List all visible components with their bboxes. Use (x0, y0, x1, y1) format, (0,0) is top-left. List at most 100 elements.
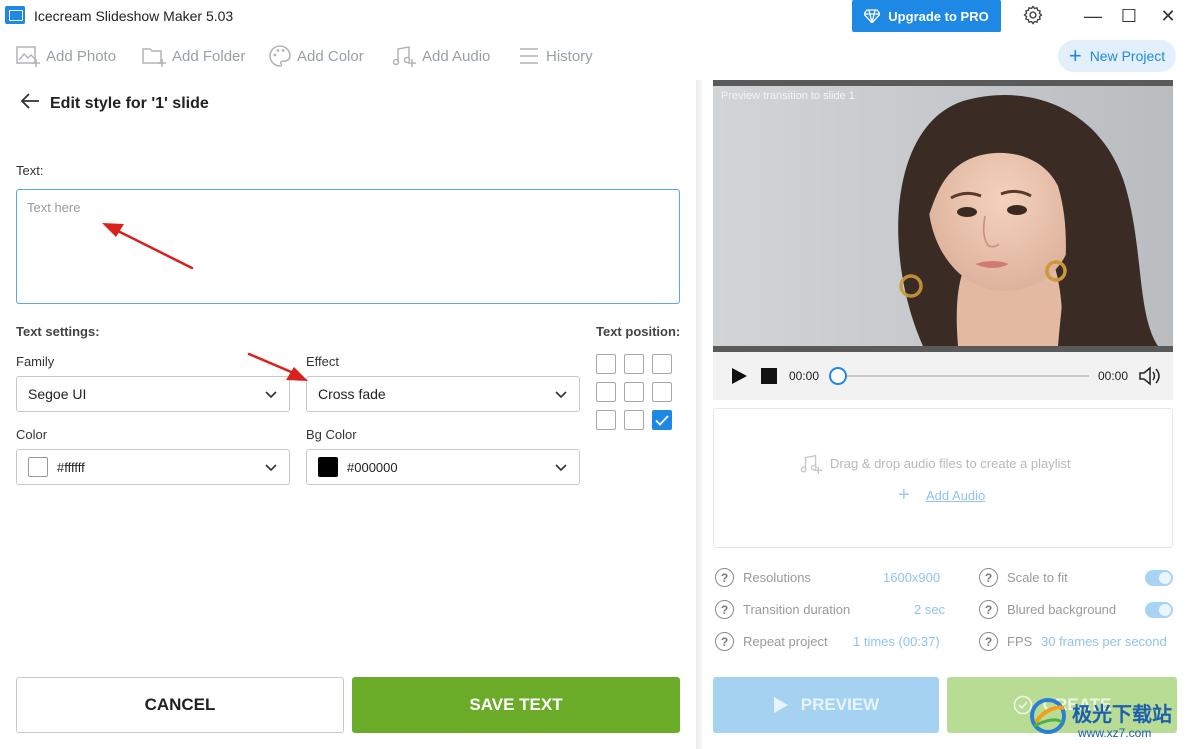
play-icon (773, 697, 788, 713)
new-project-label: New Project (1089, 48, 1166, 64)
transition-duration-value[interactable]: 2 sec (914, 602, 945, 617)
position-bottom-center[interactable] (624, 410, 644, 430)
upgrade-label: Upgrade to PRO (888, 8, 989, 24)
cancel-button[interactable]: CANCEL (16, 677, 344, 733)
help-icon[interactable]: ? (715, 600, 734, 619)
help-icon[interactable]: ? (715, 568, 734, 587)
family-label: Family (16, 354, 55, 369)
music-note-icon (800, 454, 822, 475)
site-watermark: 极光下载站 www.xz7.com (1020, 690, 1188, 746)
total-time: 00:00 (1098, 369, 1129, 383)
transition-duration-label: Transition duration (743, 602, 851, 617)
bg-color-value: #000000 (347, 459, 398, 475)
help-icon[interactable]: ? (979, 600, 998, 619)
position-bottom-left[interactable] (596, 410, 616, 430)
chevron-down-icon (265, 391, 277, 399)
scale-to-fit-toggle[interactable] (1145, 570, 1173, 586)
fps-value[interactable]: 30 frames per second (1041, 634, 1167, 649)
gear-icon[interactable] (1021, 4, 1045, 28)
repeat-project-value[interactable]: 1 times (00:37) (853, 634, 940, 649)
bg-color-label: Bg Color (306, 427, 357, 442)
play-icon[interactable] (730, 367, 748, 385)
title-bar: Icecream Slideshow Maker 5.03 Upgrade to… (0, 0, 1189, 32)
add-audio-icon (392, 46, 416, 67)
maximize-button[interactable]: ☐ (1114, 4, 1144, 28)
effect-value: Cross fade (318, 386, 386, 402)
add-folder-label: Add Folder (172, 47, 246, 65)
scale-to-fit-label: Scale to fit (1007, 570, 1068, 585)
help-icon[interactable]: ? (715, 632, 734, 651)
add-color-label: Add Color (297, 47, 364, 65)
annotation-arrow-icon (247, 352, 308, 381)
blurred-background-label: Blured background (1007, 602, 1117, 617)
diamond-icon (864, 9, 881, 23)
repeat-project-label: Repeat project (743, 634, 828, 649)
page-title: Edit style for '1' slide (50, 95, 209, 112)
add-photo-button[interactable]: Add Photo (16, 44, 116, 68)
add-photo-label: Add Photo (46, 47, 117, 65)
position-top-center[interactable] (624, 354, 644, 374)
font-family-value: Segoe UI (28, 386, 87, 402)
watermark-url: www.xz7.com (1078, 726, 1152, 740)
chevron-down-icon (265, 464, 277, 472)
app-logo-icon (5, 6, 25, 24)
plus-icon: + (1068, 43, 1082, 68)
add-audio-label: Add Audio (422, 47, 491, 65)
add-audio-button[interactable]: Add Audio (392, 44, 490, 68)
text-label: Text: (16, 163, 44, 178)
stop-icon[interactable] (761, 368, 777, 384)
preview-button[interactable]: PREVIEW (713, 677, 939, 733)
text-position-label: Text position: (596, 324, 681, 339)
position-top-right[interactable] (652, 354, 672, 374)
bg-color-select[interactable]: #000000 (306, 449, 580, 485)
history-label: History (546, 47, 593, 65)
preview-caption: Preview transition to slide 1 (721, 90, 855, 102)
portrait-photo (713, 86, 1173, 346)
seek-track[interactable] (837, 375, 1089, 377)
history-icon (520, 48, 538, 64)
blurred-background-toggle[interactable] (1145, 602, 1173, 618)
preview-label: PREVIEW (800, 695, 880, 714)
effect-select[interactable]: Cross fade (306, 376, 580, 412)
add-folder-button[interactable]: Add Folder (142, 44, 245, 68)
help-icon[interactable]: ? (979, 568, 998, 587)
text-position-grid (596, 354, 672, 430)
audio-drop-zone[interactable]: Drag & drop audio files to create a play… (713, 408, 1173, 548)
add-audio-link[interactable]: Add Audio (926, 488, 985, 503)
close-button[interactable]: ✕ (1153, 4, 1183, 28)
position-middle-left[interactable] (596, 382, 616, 402)
position-bottom-right[interactable] (652, 410, 672, 430)
window-title: Icecream Slideshow Maker 5.03 (34, 8, 234, 24)
add-color-button[interactable]: Add Color (269, 44, 364, 68)
new-project-button[interactable]: + New Project (1058, 40, 1176, 72)
upgrade-button[interactable]: Upgrade to PRO (852, 0, 1001, 32)
seek-handle[interactable] (829, 367, 847, 385)
volume-icon[interactable] (1138, 365, 1162, 387)
resolutions-value[interactable]: 1600x900 (883, 570, 940, 585)
chevron-down-icon (555, 391, 567, 399)
position-top-left[interactable] (596, 354, 616, 374)
history-button[interactable]: History (518, 44, 593, 68)
add-folder-icon (142, 48, 166, 67)
help-icon[interactable]: ? (979, 632, 998, 651)
checkmark-icon (655, 414, 669, 426)
watermark-logo-icon (1030, 698, 1066, 734)
plus-icon: + (898, 484, 910, 506)
chevron-down-icon (555, 464, 567, 472)
position-middle-right[interactable] (652, 382, 672, 402)
minimize-button[interactable]: — (1078, 4, 1108, 28)
text-color-value: #ffffff (57, 459, 85, 475)
color-swatch (28, 457, 48, 477)
text-settings-label: Text settings: (16, 324, 100, 339)
color-label: Color (16, 427, 48, 442)
save-text-button[interactable]: SAVE TEXT (352, 677, 680, 733)
text-color-select[interactable]: #ffffff (16, 449, 290, 485)
resolutions-label: Resolutions (743, 570, 811, 585)
fps-label: FPS (1007, 634, 1033, 649)
drop-hint: Drag & drop audio files to create a play… (830, 456, 1071, 471)
back-arrow-icon[interactable] (20, 92, 40, 114)
watermark-text: 极光下载站 (1072, 702, 1172, 726)
position-center[interactable] (624, 382, 644, 402)
panel-divider (696, 80, 702, 749)
annotation-arrow-icon (102, 223, 194, 270)
